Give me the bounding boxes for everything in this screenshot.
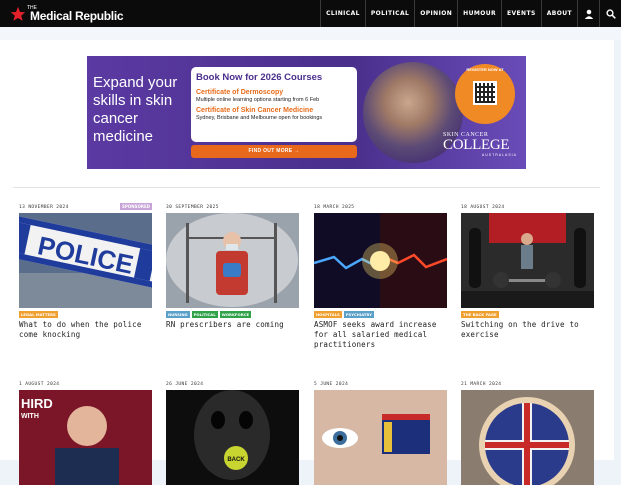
find-out-more-button[interactable]: FIND OUT MORE → xyxy=(191,145,357,158)
nav-about[interactable]: ABOUT xyxy=(540,0,577,27)
banner-card-title: Book Now for 2026 Courses xyxy=(196,72,323,83)
article-date: 21 MARCH 2024 xyxy=(461,382,502,387)
article-title[interactable]: Switching on the drive to exercise xyxy=(461,320,594,340)
tag-hospitals[interactable]: HOSPITALS xyxy=(314,311,342,318)
tag-political[interactable]: POLITICAL xyxy=(191,311,218,318)
course-1-desc: Multiple online learning options startin… xyxy=(196,97,320,103)
article-tags: NURSING POLITICAL WORKFORCE xyxy=(166,311,252,318)
college-logo-main: COLLEGE xyxy=(443,137,510,153)
tag-the-back-page[interactable]: THE BACK PAGE xyxy=(461,311,499,318)
tag-workforce[interactable]: WORKFORCE xyxy=(219,311,252,318)
logo-text: Medical Republic xyxy=(30,9,124,23)
article-date: 26 JUNE 2024 xyxy=(166,382,204,387)
article-title[interactable]: ASMOF seeks award increase for all salar… xyxy=(314,320,447,350)
course-2-desc: Sydney, Brisbane and Melbourne open for … xyxy=(196,115,323,121)
tag-legal-matters[interactable]: LEGAL MATTERS xyxy=(19,311,58,318)
article-date: 1 AUGUST 2024 xyxy=(19,382,60,387)
article-tags: LEGAL MATTERS xyxy=(19,311,58,318)
svg-text:HIRD: HIRD xyxy=(21,396,53,411)
article-title[interactable]: RN prescribers are coming xyxy=(166,320,299,330)
article-title[interactable]: What to do when the police come knocking xyxy=(19,320,152,340)
star-logo-icon xyxy=(10,6,26,21)
header-strip xyxy=(0,27,621,40)
article-image-pizza-flag[interactable] xyxy=(461,390,594,485)
top-navigation-bar: THE Medical Republic CLINICAL POLITICAL … xyxy=(0,0,621,27)
register-qr-badge: REGISTER NOW AT xyxy=(455,64,515,124)
course-1-title: Certificate of Dermoscopy xyxy=(196,89,284,96)
search-icon[interactable] xyxy=(599,0,621,27)
advertisement-banner[interactable]: Expand your skills in skin cancer medici… xyxy=(87,56,526,169)
nav-political[interactable]: POLITICAL xyxy=(364,0,414,27)
article-image-eye-flag[interactable] xyxy=(314,390,447,485)
article-image-dark-face[interactable]: BACK xyxy=(166,390,299,485)
tag-psychiatry[interactable]: PSYCHIATRY xyxy=(343,311,374,318)
main-nav: CLINICAL POLITICAL OPINION HUMOUR EVENTS… xyxy=(320,0,621,27)
article-tags: THE BACK PAGE xyxy=(461,311,499,318)
nav-events[interactable]: EVENTS xyxy=(501,0,541,27)
article-date: 13 NOVEMBER 2024 xyxy=(19,205,69,210)
user-icon[interactable] xyxy=(577,0,599,27)
nav-opinion[interactable]: OPINION xyxy=(414,0,457,27)
college-logo-sub: AUSTRALASIA xyxy=(481,153,517,157)
nav-humour[interactable]: HUMOUR xyxy=(457,0,501,27)
site-logo[interactable]: THE Medical Republic xyxy=(10,3,124,25)
section-divider xyxy=(13,187,600,188)
article-date: 30 SEPTEMBER 2025 xyxy=(166,205,219,210)
article-image-gym[interactable] xyxy=(461,213,594,308)
tag-nursing[interactable]: NURSING xyxy=(166,311,190,318)
banner-headline: Expand your skills in skin cancer medici… xyxy=(93,74,178,145)
badge-text: REGISTER NOW AT xyxy=(466,67,504,72)
article-date: 5 JUNE 2024 xyxy=(314,382,349,387)
article-image-police-tape[interactable]: POLICE xyxy=(19,213,152,308)
banner-course-card: Book Now for 2026 Courses Certificate of… xyxy=(191,67,357,142)
article-image-man[interactable]: HIRD WITH xyxy=(19,390,152,485)
article-tags: HOSPITALS PSYCHIATRY xyxy=(314,311,374,318)
logo-the: THE xyxy=(27,5,37,11)
article-image-nurse[interactable] xyxy=(166,213,299,308)
nav-clinical[interactable]: CLINICAL xyxy=(320,0,365,27)
article-image-lightning[interactable] xyxy=(314,213,447,308)
skin-cancer-college-logo: SKIN CANCER COLLEGE AUSTRALASIA xyxy=(443,132,523,157)
course-2-title: Certificate of Skin Cancer Medicine xyxy=(196,107,314,114)
page-gutter xyxy=(614,40,621,460)
sponsored-badge: SPONSORED xyxy=(120,203,152,210)
svg-text:WITH: WITH xyxy=(21,413,39,420)
article-date: 18 MARCH 2025 xyxy=(314,205,355,210)
svg-text:BACK: BACK xyxy=(227,457,245,463)
qr-code-icon xyxy=(473,81,497,105)
article-date: 18 AUGUST 2024 xyxy=(461,205,505,210)
